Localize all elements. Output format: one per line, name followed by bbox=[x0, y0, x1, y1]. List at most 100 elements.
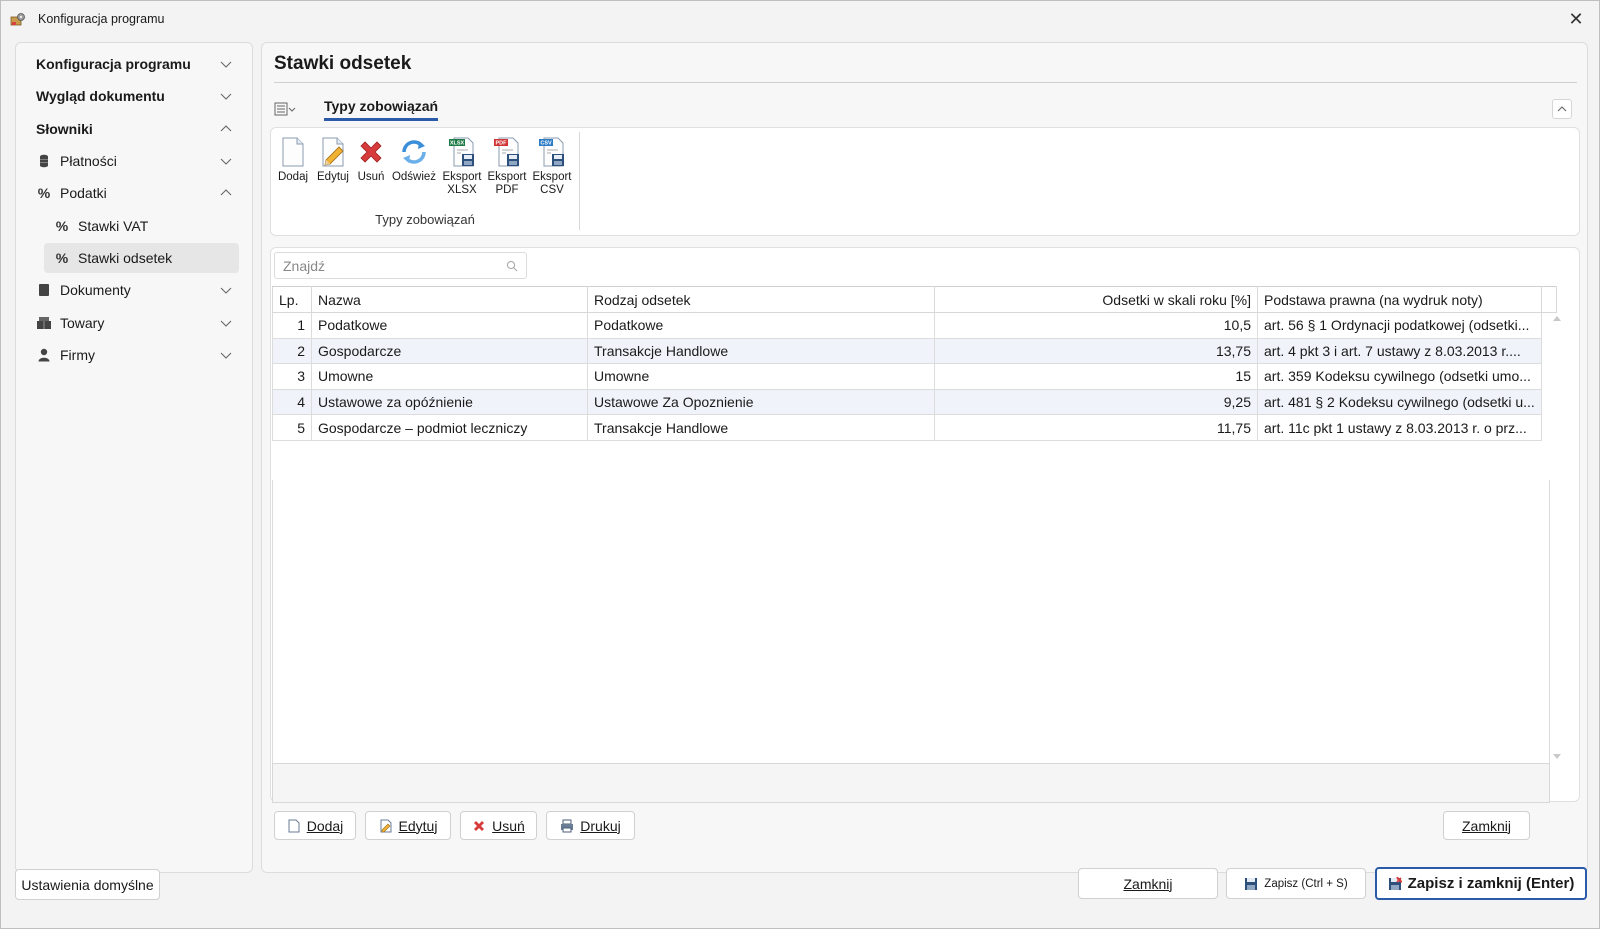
search-icon[interactable] bbox=[506, 260, 518, 272]
sidebar-item-label: Słowniki bbox=[36, 121, 93, 137]
config-window: Konfiguracja programu ✕ Konfiguracja pro… bbox=[0, 0, 1600, 929]
export-csv-icon: CSV bbox=[539, 137, 564, 167]
column-header-filler bbox=[1540, 286, 1557, 313]
title-divider bbox=[274, 82, 1577, 83]
cell-nazwa: Ustawowe za opóźnienie bbox=[311, 388, 588, 416]
ribbon-add-button[interactable]: Dodaj bbox=[273, 136, 313, 184]
search-input[interactable] bbox=[275, 253, 495, 278]
column-header-lp[interactable]: Lp. bbox=[272, 286, 312, 313]
sidebar-item-firmy[interactable]: Firmy bbox=[26, 340, 243, 370]
sidebar-item-label: Wygląd dokumentu bbox=[36, 88, 165, 104]
save-and-close-label: Zapisz i zamknij (Enter) bbox=[1407, 875, 1575, 892]
add-button-label: Dodaj bbox=[306, 817, 344, 834]
ribbon-collapse-button[interactable] bbox=[1552, 99, 1572, 119]
sidebar-item-stawki-odsetek[interactable]: % Stawki odsetek bbox=[44, 243, 239, 273]
ribbon-export-csv-label-2: CSV bbox=[540, 184, 564, 196]
delete-button[interactable]: Usuń bbox=[460, 811, 537, 840]
ribbon-export-csv-button[interactable]: CSV Eksport CSV bbox=[531, 136, 573, 197]
scroll-down-arrow-icon[interactable] bbox=[1553, 754, 1561, 759]
cell-odsetki: 15 bbox=[934, 363, 1258, 390]
print-button-label: Drukuj bbox=[580, 817, 621, 834]
table-row[interactable]: 4 Ustawowe za opóźnienie Ustawowe Za Opo… bbox=[272, 388, 1557, 416]
sidebar-item-wyglad-dokumentu[interactable]: Wygląd dokumentu bbox=[26, 81, 243, 111]
cell-lp: 3 bbox=[272, 363, 312, 390]
page-title: Stawki odsetek bbox=[274, 53, 412, 74]
chevron-down-icon bbox=[220, 61, 232, 68]
sidebar-item-dokumenty[interactable]: Dokumenty bbox=[26, 275, 243, 305]
new-document-icon bbox=[288, 819, 300, 832]
tab-typy-zobowiazan[interactable]: Typy zobowiązań bbox=[324, 98, 439, 121]
delete-x-icon bbox=[474, 820, 485, 831]
chevron-down-icon bbox=[220, 93, 232, 100]
column-header-odsetki[interactable]: Odsetki w skali roku [%] bbox=[934, 286, 1258, 313]
cell-odsetki: 10,5 bbox=[934, 312, 1258, 339]
edit-button[interactable]: Edytuj bbox=[365, 811, 451, 840]
csv-badge-text: CSV bbox=[540, 141, 552, 147]
ribbon-refresh-label: Odśwież bbox=[391, 171, 437, 183]
ribbon-refresh-button[interactable]: Odśwież bbox=[391, 136, 437, 184]
sidebar-item-stawki-vat[interactable]: % Stawki VAT bbox=[44, 211, 239, 241]
sidebar-item-label: Stawki odsetek bbox=[78, 250, 173, 266]
panel-close-button-label: Zamknij bbox=[1461, 817, 1511, 834]
print-button[interactable]: Drukuj bbox=[546, 811, 635, 840]
cell-odsetki: 11,75 bbox=[934, 414, 1258, 441]
scroll-up-arrow-icon[interactable] bbox=[1553, 316, 1561, 321]
cell-lp: 5 bbox=[272, 414, 312, 441]
table-header-row: Lp. Nazwa Rodzaj odsetek Odsetki w skali… bbox=[272, 286, 1557, 313]
sidebar-item-slowniki[interactable]: Słowniki bbox=[26, 114, 243, 144]
cell-lp: 2 bbox=[272, 337, 312, 365]
window-close-button[interactable]: ✕ bbox=[1553, 1, 1599, 37]
close-button[interactable]: Zamknij bbox=[1078, 868, 1218, 899]
sidebar-item-podatki[interactable]: % Podatki bbox=[26, 178, 243, 208]
sidebar-item-towary[interactable]: Towary bbox=[26, 308, 243, 338]
app-icon bbox=[10, 11, 26, 27]
ribbon-export-xlsx-label-1: Eksport bbox=[442, 171, 482, 183]
default-settings-button[interactable]: Ustawienia domyślne bbox=[15, 869, 160, 900]
save-button-label: Zapisz (Ctrl + S) bbox=[1264, 877, 1348, 890]
save-floppy-icon bbox=[1245, 877, 1258, 890]
chevron-up-icon bbox=[1557, 106, 1567, 112]
cylinder-icon bbox=[36, 154, 52, 168]
sidebar-item-platnosci[interactable]: Płatności bbox=[26, 146, 243, 176]
table-row[interactable]: 2 Gospodarcze Transakcje Handlowe 13,75 … bbox=[272, 337, 1557, 365]
ribbon-export-xlsx-label-2: XLSX bbox=[447, 184, 477, 196]
percent-icon: % bbox=[55, 250, 69, 266]
cell-podstawa: art. 481 § 2 Kodeksu cywilnego (odsetki … bbox=[1257, 388, 1542, 416]
sidebar-item-label: Towary bbox=[60, 315, 105, 331]
column-header-podstawa[interactable]: Podstawa prawna (na wydruk noty) bbox=[1257, 286, 1542, 313]
ribbon-edit-button[interactable]: Edytuj bbox=[314, 136, 352, 184]
cell-podstawa: art. 359 Kodeksu cywilnego (odsetki umo.… bbox=[1257, 363, 1542, 390]
interest-rates-table: Lp. Nazwa Rodzaj odsetek Odsetki w skali… bbox=[272, 286, 1557, 441]
cell-podstawa: art. 56 § 1 Ordynacji podatkowej (odsetk… bbox=[1257, 312, 1542, 339]
edit-document-icon bbox=[380, 819, 392, 832]
cell-lp: 4 bbox=[272, 388, 312, 416]
vertical-scrollbar[interactable] bbox=[1550, 312, 1564, 763]
column-header-rodzaj[interactable]: Rodzaj odsetek bbox=[587, 286, 935, 313]
cell-nazwa: Gospodarcze bbox=[311, 337, 588, 365]
panel-close-button[interactable]: Zamknij bbox=[1443, 811, 1530, 840]
ribbon-group-label: Typy zobowiązań bbox=[375, 212, 475, 227]
ribbon-export-xlsx-button[interactable]: XLSX Eksport XLSX bbox=[441, 136, 483, 197]
window-title: Konfiguracja programu bbox=[38, 12, 165, 26]
cell-podstawa: art. 11c pkt 1 ustawy z 8.03.2013 r. o p… bbox=[1257, 414, 1542, 441]
add-button[interactable]: Dodaj bbox=[274, 811, 356, 840]
cell-rodzaj: Transakcje Handlowe bbox=[587, 337, 935, 365]
column-header-nazwa[interactable]: Nazwa bbox=[311, 286, 588, 313]
title-bar: Konfiguracja programu ✕ bbox=[1, 1, 1599, 37]
save-button[interactable]: Zapisz (Ctrl + S) bbox=[1226, 868, 1366, 899]
ribbon-export-pdf-button[interactable]: PDF Eksport PDF bbox=[486, 136, 528, 197]
cell-nazwa: Gospodarcze – podmiot leczniczy bbox=[311, 414, 588, 441]
ribbon-edit-label: Edytuj bbox=[317, 171, 349, 183]
table-row[interactable]: 3 Umowne Umowne 15 art. 359 Kodeksu cywi… bbox=[272, 363, 1557, 390]
export-pdf-icon: PDF bbox=[494, 137, 519, 167]
sidebar-item-konfiguracja-programu[interactable]: Konfiguracja programu bbox=[26, 49, 243, 79]
table-row[interactable]: 1 Podatkowe Podatkowe 10,5 art. 56 § 1 O… bbox=[272, 312, 1557, 339]
ribbon-delete-button[interactable]: Usuń bbox=[354, 136, 388, 184]
ribbon-menu-icon[interactable] bbox=[274, 101, 296, 117]
table-row[interactable]: 5 Gospodarcze – podmiot leczniczy Transa… bbox=[272, 414, 1557, 441]
sidebar-item-label: Konfiguracja programu bbox=[36, 56, 191, 72]
cell-rodzaj: Umowne bbox=[587, 363, 935, 390]
save-and-close-button[interactable]: Zapisz i zamknij (Enter) bbox=[1375, 867, 1587, 900]
chevron-down-icon bbox=[220, 158, 232, 165]
cell-nazwa: Podatkowe bbox=[311, 312, 588, 339]
